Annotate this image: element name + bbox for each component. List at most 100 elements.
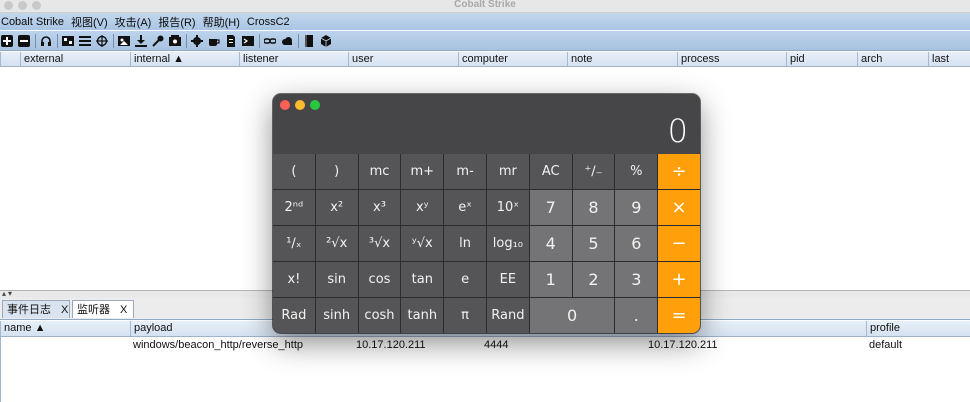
calc-key-1-8[interactable]: 9 bbox=[615, 190, 658, 225]
calc-key-3-8[interactable]: 3 bbox=[615, 262, 658, 297]
gear-icon[interactable] bbox=[191, 34, 203, 47]
calc-key-1-1[interactable]: x² bbox=[315, 190, 358, 225]
headphones-icon[interactable] bbox=[40, 35, 52, 47]
menu-crossc2[interactable]: CrossC2 bbox=[246, 16, 290, 28]
calc-key-1-3[interactable]: xʸ bbox=[401, 190, 444, 225]
image-icon[interactable] bbox=[118, 35, 130, 47]
book-icon[interactable] bbox=[303, 34, 315, 47]
calc-key-0-5[interactable]: mr bbox=[486, 154, 529, 189]
calc-key-3-9[interactable]: + bbox=[658, 262, 700, 297]
calc-key-3-7[interactable]: 2 bbox=[572, 262, 615, 297]
calc-key-1-5[interactable]: 10ˣ bbox=[486, 190, 529, 225]
minus-icon[interactable] bbox=[18, 34, 30, 47]
cube-icon[interactable] bbox=[320, 34, 332, 47]
calc-key-4-2[interactable]: cosh bbox=[358, 298, 401, 333]
column-header-computer[interactable]: computer bbox=[458, 52, 567, 66]
menu-reporting[interactable]: 报告(R) bbox=[157, 14, 195, 30]
calc-key-0-8[interactable]: % bbox=[615, 154, 658, 189]
plus-icon[interactable] bbox=[1, 34, 13, 47]
calc-key-1-0[interactable]: 2ⁿᵈ bbox=[273, 190, 315, 225]
screen-icon[interactable] bbox=[62, 35, 74, 47]
menu-attacks[interactable]: 攻击(A) bbox=[114, 14, 152, 30]
calc-key-2-7[interactable]: 5 bbox=[572, 226, 615, 261]
key-icon[interactable] bbox=[152, 35, 164, 47]
column-header-arch[interactable]: arch bbox=[857, 52, 928, 66]
calc-key-2-0[interactable]: ¹∕ₓ bbox=[273, 226, 315, 261]
calc-key-0-0[interactable]: ( bbox=[273, 154, 315, 189]
table-row[interactable]: windows/beacon_http/reverse_http 10.17.1… bbox=[0, 338, 970, 353]
calc-key-2-5[interactable]: log₁₀ bbox=[486, 226, 529, 261]
calc-key-3-6[interactable]: 1 bbox=[529, 262, 572, 297]
calc-key-4-7[interactable]: . bbox=[615, 298, 658, 333]
column-header-blank[interactable] bbox=[0, 52, 20, 66]
column-header-external[interactable]: external bbox=[20, 52, 130, 66]
calc-key-2-9[interactable]: − bbox=[658, 226, 700, 261]
calc-key-1-4[interactable]: eˣ bbox=[444, 190, 486, 225]
calc-key-2-2[interactable]: ³√x bbox=[358, 226, 401, 261]
calc-key-0-3[interactable]: m+ bbox=[401, 154, 444, 189]
calc-key-2-8[interactable]: 6 bbox=[615, 226, 658, 261]
tab-listeners[interactable]: 监听器 X bbox=[72, 300, 134, 318]
calc-key-1-2[interactable]: x³ bbox=[358, 190, 401, 225]
calc-key-0-2[interactable]: mc bbox=[358, 154, 401, 189]
column-header-pid[interactable]: pid bbox=[786, 52, 857, 66]
calc-key-2-4[interactable]: ln bbox=[444, 226, 486, 261]
calc-key-0-6[interactable]: AC bbox=[529, 154, 572, 189]
menu-bar: Cobalt Strike 视图(V) 攻击(A) 报告(R) 帮助(H) Cr… bbox=[0, 13, 970, 30]
calc-key-3-0[interactable]: x! bbox=[273, 262, 315, 297]
tab-close-icon[interactable]: X bbox=[61, 304, 68, 316]
calc-key-0-4[interactable]: m- bbox=[444, 154, 486, 189]
calc-key-0-9[interactable]: ÷ bbox=[658, 154, 700, 189]
calc-key-4-0[interactable]: Rad bbox=[273, 298, 315, 333]
column-header-listener[interactable]: listener bbox=[239, 52, 348, 66]
calc-key-3-4[interactable]: e bbox=[444, 262, 486, 297]
close-button[interactable] bbox=[280, 100, 290, 110]
splitter-arrows[interactable]: ▴▾ bbox=[2, 289, 14, 298]
calculator-keypad: () mc m+ m-mr AC ⁺∕₋% ÷ 2ⁿᵈ x² x³ xʸ eˣ 10ˣ 7 8 9 × ¹∕ₓ ²√… bbox=[273, 154, 700, 333]
calc-key-1-6[interactable]: 7 bbox=[529, 190, 572, 225]
calc-key-1-7[interactable]: 8 bbox=[572, 190, 615, 225]
calc-key-2-6[interactable]: 4 bbox=[529, 226, 572, 261]
calc-key-3-3[interactable]: tan bbox=[401, 262, 444, 297]
menu-view[interactable]: 视图(V) bbox=[70, 14, 108, 30]
coffee-icon[interactable] bbox=[208, 35, 220, 47]
column-header-profile[interactable]: profile bbox=[866, 321, 970, 336]
calc-key-4-8[interactable]: = bbox=[658, 298, 700, 333]
calc-key-4-4[interactable]: π bbox=[444, 298, 486, 333]
menu-help[interactable]: 帮助(H) bbox=[202, 14, 240, 30]
link-icon[interactable] bbox=[263, 35, 277, 47]
cell-port: 4444 bbox=[484, 339, 509, 351]
calc-key-4-1[interactable]: sinh bbox=[315, 298, 358, 333]
target-icon[interactable] bbox=[96, 34, 108, 47]
column-header-internal[interactable]: internal ▲ bbox=[130, 52, 239, 66]
calc-key-4-6[interactable]: 0 bbox=[529, 298, 615, 333]
download-icon[interactable] bbox=[135, 34, 147, 47]
column-header-user[interactable]: user bbox=[348, 52, 458, 66]
calc-key-3-2[interactable]: cos bbox=[358, 262, 401, 297]
calc-key-0-1[interactable]: ) bbox=[315, 154, 358, 189]
list-icon[interactable] bbox=[79, 35, 91, 47]
tab-close-icon[interactable]: X bbox=[120, 304, 127, 316]
tab-event-log[interactable]: 事件日志 X bbox=[2, 300, 70, 318]
column-header-process[interactable]: process bbox=[677, 52, 786, 66]
document-icon[interactable] bbox=[225, 34, 237, 47]
toolbar-separator bbox=[259, 33, 260, 48]
menu-cobalt-strike[interactable]: Cobalt Strike bbox=[0, 16, 64, 28]
zoom-button[interactable] bbox=[310, 100, 320, 110]
column-header-note[interactable]: note bbox=[567, 52, 677, 66]
calc-key-4-5[interactable]: Rand bbox=[486, 298, 529, 333]
minimize-button[interactable] bbox=[295, 100, 305, 110]
picture-icon[interactable] bbox=[169, 34, 181, 47]
calc-key-2-3[interactable]: ʸ√x bbox=[401, 226, 444, 261]
cloud-icon[interactable] bbox=[281, 35, 293, 47]
calculator-display-value: 0 bbox=[667, 112, 688, 150]
calc-key-3-1[interactable]: sin bbox=[315, 262, 358, 297]
column-header-name[interactable]: name ▲ bbox=[0, 321, 130, 336]
calc-key-1-9[interactable]: × bbox=[658, 190, 700, 225]
calc-key-0-7[interactable]: ⁺∕₋ bbox=[572, 154, 615, 189]
terminal-icon[interactable] bbox=[242, 35, 254, 47]
calc-key-2-1[interactable]: ²√x bbox=[315, 226, 358, 261]
calc-key-3-5[interactable]: EE bbox=[486, 262, 529, 297]
calc-key-4-3[interactable]: tanh bbox=[401, 298, 444, 333]
column-header-last[interactable]: last bbox=[928, 52, 970, 66]
